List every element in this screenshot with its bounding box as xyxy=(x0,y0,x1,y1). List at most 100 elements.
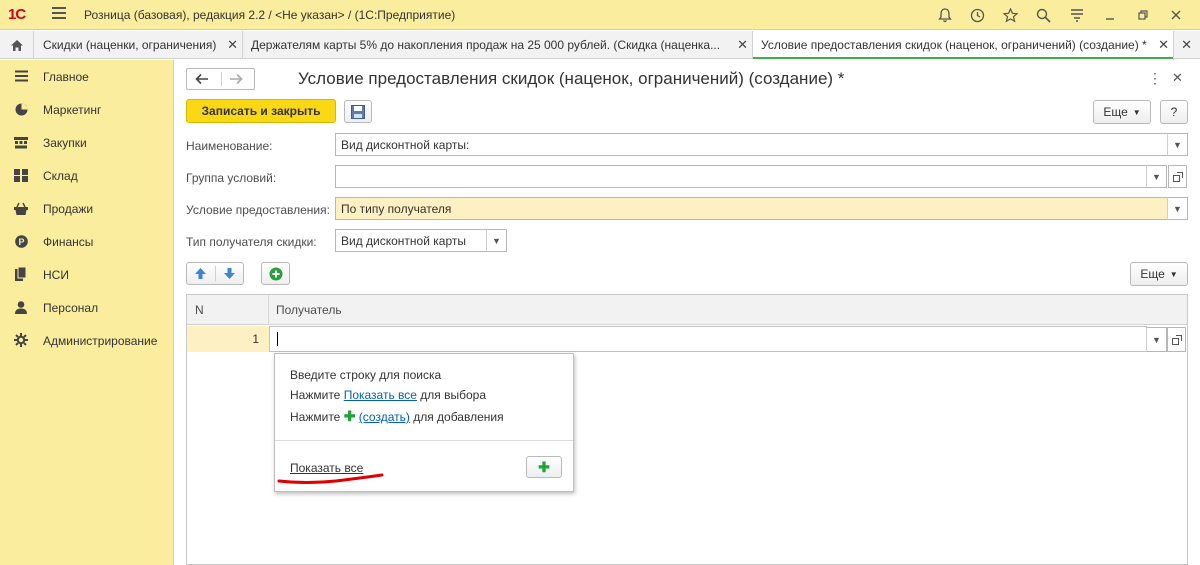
sidebar-item-label: Финансы xyxy=(43,235,94,249)
sidebar-item-label: Склад xyxy=(43,169,78,183)
move-buttons xyxy=(186,262,244,285)
close-icon[interactable]: ✕ xyxy=(227,37,238,53)
table-header: N Получатель xyxy=(187,295,1187,325)
sidebar-item-label: НСИ xyxy=(43,268,69,282)
add-row-icon[interactable] xyxy=(261,262,290,285)
red-underline-annotation xyxy=(277,473,384,484)
reference-icon xyxy=(14,267,28,281)
tab-bar: Скидки (наценки, ограничения) ✕ Держател… xyxy=(0,31,1200,60)
sidebar-item-main[interactable]: Главное xyxy=(0,60,174,93)
group-label: Группа условий: xyxy=(186,171,277,185)
search-icon[interactable] xyxy=(1027,4,1060,26)
sidebar-item-label: Персонал xyxy=(43,301,99,315)
app-logo[interactable]: 1С xyxy=(8,6,26,23)
sidebar-item-finance[interactable]: Р Финансы xyxy=(0,225,174,258)
forward-arrow-icon[interactable] xyxy=(229,73,243,88)
chevron-down-icon: ▼ xyxy=(1132,107,1141,117)
bell-icon[interactable] xyxy=(928,4,961,26)
save-icon[interactable] xyxy=(344,100,372,123)
close-icon[interactable]: ✕ xyxy=(737,37,748,53)
close-icon[interactable]: ✕ xyxy=(1158,37,1169,53)
save-and-close-button[interactable]: Записать и закрыть xyxy=(186,99,336,123)
popup-text: для добавления xyxy=(409,410,504,424)
more-button[interactable]: Еще ▼ xyxy=(1093,100,1151,124)
name-label: Наименование: xyxy=(186,139,273,153)
column-header-n[interactable]: N xyxy=(195,303,204,317)
warehouse-icon xyxy=(14,168,28,182)
sidebar-item-marketing[interactable]: Маркетинг xyxy=(0,93,174,126)
tab-card-holders[interactable]: Держателям карты 5% до накопления продаж… xyxy=(243,31,753,59)
history-icon[interactable] xyxy=(961,4,994,26)
add-button[interactable]: ✚ xyxy=(526,456,562,478)
column-header-recipient[interactable]: Получатель xyxy=(276,303,342,317)
name-field[interactable]: Вид дисконтной карты: xyxy=(335,133,1168,156)
chevron-down-icon[interactable]: ▼ xyxy=(486,229,507,252)
tab-label: Скидки (наценки, ограничения) xyxy=(43,38,217,52)
popup-divider xyxy=(275,440,573,441)
star-icon[interactable] xyxy=(994,4,1027,26)
popup-hint-line1: Введите строку для поиска xyxy=(290,368,442,382)
chevron-down-icon: ▼ xyxy=(1169,269,1178,279)
sidebar-item-warehouse[interactable]: Склад xyxy=(0,159,174,192)
gear-icon xyxy=(14,333,28,347)
close-all-tabs-icon[interactable]: ✕ xyxy=(1181,37,1192,53)
sidebar-item-purchases[interactable]: Закупки xyxy=(0,126,174,159)
create-link[interactable]: (создать) xyxy=(359,410,410,424)
table-more-button[interactable]: Еще ▼ xyxy=(1130,262,1188,286)
popup-text: Нажмите xyxy=(290,410,344,424)
sidebar-item-administration[interactable]: Администрирование xyxy=(0,324,174,357)
open-icon[interactable] xyxy=(1167,327,1186,352)
titlebar-icons xyxy=(928,4,1192,26)
sales-icon xyxy=(14,201,28,215)
title-bar: 1С Розница (базовая), редакция 2.2 / <Не… xyxy=(0,0,1200,30)
settings-icon[interactable] xyxy=(1060,4,1093,26)
minimize-icon[interactable] xyxy=(1093,4,1126,26)
sidebar-item-label: Продажи xyxy=(43,202,94,216)
popup-hint-line2: Нажмите Показать все для выбора xyxy=(290,388,486,402)
home-icon[interactable] xyxy=(0,31,34,59)
app-title: Розница (базовая), редакция 2.2 / <Не ук… xyxy=(84,8,456,22)
sidebar: Главное Маркетинг Закупки Склад Продажи … xyxy=(0,60,174,565)
chevron-down-icon[interactable]: ▼ xyxy=(1167,133,1188,156)
move-up-icon[interactable] xyxy=(194,267,207,283)
recipient-input[interactable] xyxy=(269,326,1147,352)
sidebar-item-personnel[interactable]: Персонал xyxy=(0,291,174,324)
sidebar-item-reference[interactable]: НСИ xyxy=(0,258,174,291)
recipient-type-field[interactable]: Вид дисконтной карты xyxy=(335,229,487,252)
form-title: Условие предоставления скидок (наценок, … xyxy=(298,69,845,88)
sidebar-item-label: Маркетинг xyxy=(43,103,102,117)
back-arrow-icon[interactable] xyxy=(195,73,209,88)
table-more-label: Еще xyxy=(1140,267,1165,281)
chevron-down-icon[interactable]: ▼ xyxy=(1167,197,1188,220)
recipient-type-label: Тип получателя скидки: xyxy=(186,235,317,249)
chevron-down-icon[interactable]: ▼ xyxy=(1146,327,1167,352)
person-icon xyxy=(14,300,28,314)
table-row[interactable]: 1 ▼ xyxy=(187,326,1187,352)
open-icon[interactable] xyxy=(1168,165,1187,188)
restore-icon[interactable] xyxy=(1126,4,1159,26)
sidebar-item-label: Администрирование xyxy=(43,334,158,348)
sidebar-item-sales[interactable]: Продажи xyxy=(0,192,174,225)
plus-icon: ✚ xyxy=(538,458,550,475)
sidebar-item-label: Главное xyxy=(43,70,89,84)
popup-text: Нажмите xyxy=(290,388,344,402)
text-cursor xyxy=(277,332,278,346)
condition-label: Условие предоставления: xyxy=(186,203,330,217)
close-icon[interactable]: ✕ xyxy=(1172,70,1183,86)
tab-condition-create[interactable]: Условие предоставления скидок (наценок, … xyxy=(753,31,1174,60)
main-menu-icon[interactable] xyxy=(52,7,66,21)
sidebar-item-label: Закупки xyxy=(43,136,87,150)
more-vertical-icon[interactable]: ⋮ xyxy=(1148,70,1162,87)
close-icon[interactable] xyxy=(1159,4,1192,26)
row-number: 1 xyxy=(187,326,269,352)
plus-icon: ✚ xyxy=(343,408,356,424)
show-all-link[interactable]: Показать все xyxy=(344,388,417,402)
more-button-label: Еще xyxy=(1103,105,1128,119)
move-down-icon[interactable] xyxy=(223,267,236,283)
tab-discounts[interactable]: Скидки (наценки, ограничения) ✕ xyxy=(35,31,243,59)
help-button[interactable]: ? xyxy=(1160,100,1188,124)
condition-field[interactable]: По типу получателя xyxy=(335,197,1168,220)
group-field[interactable] xyxy=(335,165,1147,188)
menu-icon xyxy=(14,69,28,83)
chevron-down-icon[interactable]: ▼ xyxy=(1146,165,1167,188)
